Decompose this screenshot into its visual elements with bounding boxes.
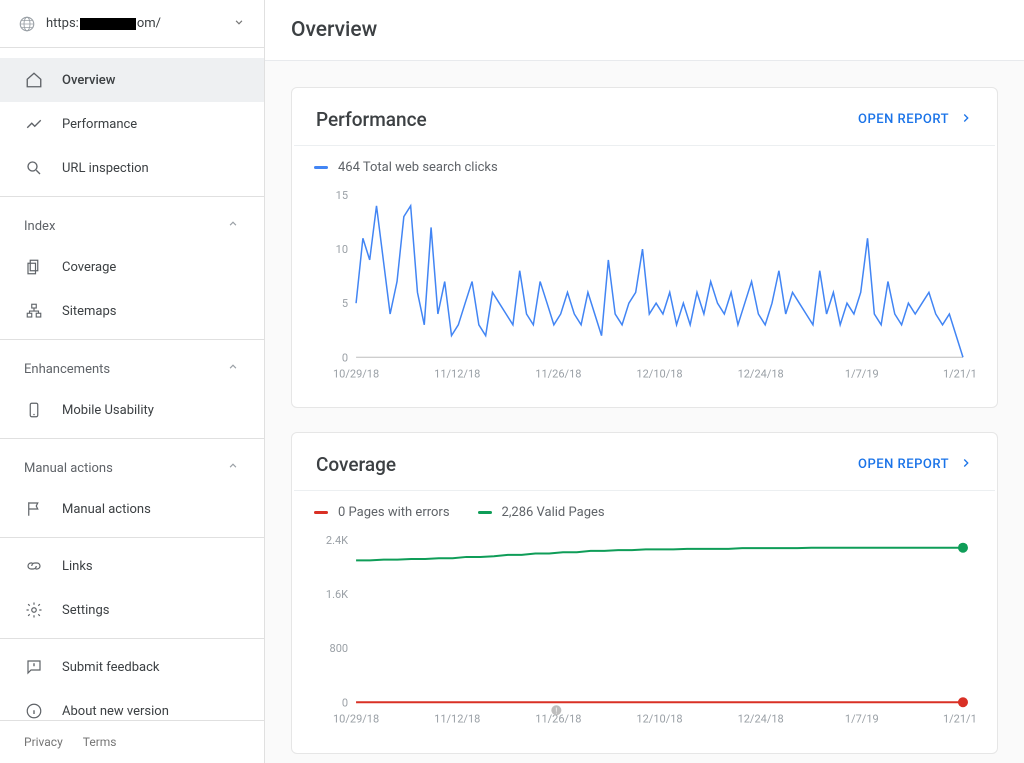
sidebar-item-label: Performance	[62, 117, 137, 132]
link-icon	[24, 556, 44, 576]
open-report-button[interactable]: OPEN REPORT	[858, 111, 973, 129]
svg-text:0: 0	[342, 351, 348, 364]
svg-text:1/7/19: 1/7/19	[845, 713, 879, 726]
svg-text:12/10/18: 12/10/18	[636, 713, 682, 726]
svg-text:11/26/18: 11/26/18	[535, 367, 581, 380]
sidebar-item-label: Overview	[62, 73, 115, 88]
sidebar-item-label: Links	[62, 559, 93, 574]
svg-text:0: 0	[342, 697, 348, 710]
info-icon	[24, 701, 44, 720]
open-report-label: OPEN REPORT	[858, 112, 949, 127]
coverage-card: Coverage OPEN REPORT 0 Pages with errors…	[291, 432, 998, 753]
svg-text:10: 10	[336, 243, 348, 256]
sidebar-item-overview[interactable]: Overview	[0, 58, 264, 102]
svg-text:10/29/18: 10/29/18	[333, 367, 379, 380]
group-header-index[interactable]: Index	[0, 203, 264, 245]
sidebar-item-links[interactable]: Links	[0, 544, 264, 588]
sidebar-item-feedback[interactable]: Submit feedback	[0, 645, 264, 689]
sidebar-item-about[interactable]: About new version	[0, 689, 264, 720]
svg-text:12/10/18: 12/10/18	[636, 367, 682, 380]
svg-text:11/12/18: 11/12/18	[434, 367, 480, 380]
svg-text:12/24/18: 12/24/18	[738, 367, 784, 380]
performance-card: Performance OPEN REPORT 464 Total web se…	[291, 87, 998, 408]
terms-link[interactable]: Terms	[83, 735, 117, 749]
svg-text:2.4K: 2.4K	[326, 534, 348, 547]
group-header-manual-actions[interactable]: Manual actions	[0, 445, 264, 487]
coverage-chart: 08001.6K2.4K10/29/1811/12/1811/26/1812/1…	[292, 526, 997, 752]
legend-errors: 0 Pages with errors	[314, 505, 450, 520]
sidebar: https:om/ Overview Performance URL inspe…	[0, 0, 265, 763]
group-title: Enhancements	[24, 362, 110, 377]
trending-icon	[24, 114, 44, 134]
sidebar-item-sitemaps[interactable]: Sitemaps	[0, 289, 264, 333]
caret-down-icon	[232, 14, 246, 33]
home-icon	[24, 70, 44, 90]
open-report-button[interactable]: OPEN REPORT	[858, 456, 973, 474]
sidebar-item-label: Manual actions	[62, 502, 151, 517]
copy-icon	[24, 257, 44, 277]
svg-text:15: 15	[336, 189, 348, 202]
svg-text:12/24/18: 12/24/18	[738, 713, 784, 726]
svg-text:1/21/19: 1/21/19	[943, 367, 975, 380]
sidebar-item-label: About new version	[62, 704, 169, 719]
sidebar-item-label: Settings	[62, 603, 109, 618]
sitemap-icon	[24, 301, 44, 321]
sidebar-item-url-inspection[interactable]: URL inspection	[0, 146, 264, 190]
open-report-label: OPEN REPORT	[858, 457, 949, 472]
sidebar-item-label: Coverage	[62, 260, 116, 275]
mobile-icon	[24, 400, 44, 420]
legend-label: 0 Pages with errors	[338, 505, 450, 520]
sidebar-item-label: URL inspection	[62, 161, 149, 176]
sidebar-footer: Privacy Terms	[0, 720, 264, 763]
chevron-up-icon	[226, 459, 240, 477]
sidebar-item-manual-actions[interactable]: Manual actions	[0, 487, 264, 531]
legend-label: 464 Total web search clicks	[338, 160, 498, 175]
sidebar-item-label: Submit feedback	[62, 660, 159, 675]
gear-icon	[24, 600, 44, 620]
chevron-right-icon	[959, 456, 973, 474]
property-selector[interactable]: https:om/	[0, 0, 264, 48]
legend-clicks: 464 Total web search clicks	[314, 160, 498, 175]
group-title: Manual actions	[24, 461, 113, 476]
sidebar-item-settings[interactable]: Settings	[0, 588, 264, 632]
feedback-icon	[24, 657, 44, 677]
card-title: Coverage	[316, 453, 396, 476]
main: Overview Performance OPEN REPORT 464 Tot…	[265, 0, 1024, 763]
chevron-up-icon	[226, 217, 240, 235]
sidebar-item-label: Mobile Usability	[62, 403, 154, 418]
search-icon	[24, 158, 44, 178]
page-title: Overview	[265, 0, 1024, 61]
svg-text:1/21/19: 1/21/19	[943, 713, 975, 726]
svg-text:1/7/19: 1/7/19	[845, 367, 879, 380]
svg-text:5: 5	[342, 297, 348, 310]
flag-icon	[24, 499, 44, 519]
group-title: Index	[24, 219, 55, 234]
sidebar-item-coverage[interactable]: Coverage	[0, 245, 264, 289]
legend-valid: 2,286 Valid Pages	[478, 505, 605, 520]
svg-text:1.6K: 1.6K	[326, 588, 348, 601]
group-header-enhancements[interactable]: Enhancements	[0, 346, 264, 388]
sidebar-item-label: Sitemaps	[62, 304, 117, 319]
card-title: Performance	[316, 108, 427, 131]
sidebar-item-mobile-usability[interactable]: Mobile Usability	[0, 388, 264, 432]
svg-text:11/12/18: 11/12/18	[434, 713, 480, 726]
property-url: https:om/	[46, 16, 161, 31]
sidebar-item-performance[interactable]: Performance	[0, 102, 264, 146]
legend-label: 2,286 Valid Pages	[502, 505, 605, 520]
chevron-right-icon	[959, 111, 973, 129]
svg-text:!: !	[555, 707, 557, 716]
nav: Overview Performance URL inspection Inde…	[0, 48, 264, 720]
svg-text:800: 800	[330, 642, 349, 655]
performance-chart: 0 5 10 15 10/29/18 11/12/18 11/26/18 12/10/18 12…	[292, 181, 997, 407]
globe-icon	[18, 15, 36, 33]
privacy-link[interactable]: Privacy	[24, 735, 63, 749]
chevron-up-icon	[226, 360, 240, 378]
svg-text:10/29/18: 10/29/18	[333, 713, 379, 726]
